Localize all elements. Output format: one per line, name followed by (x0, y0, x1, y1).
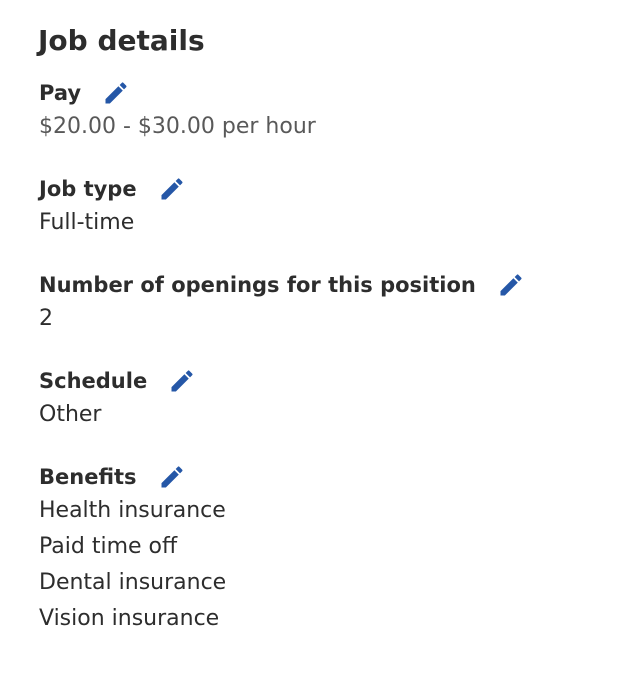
list-item: Vision insurance (39, 606, 220, 631)
openings-header: Number of openings for this position (39, 269, 526, 301)
openings-value: 2 (39, 306, 53, 331)
pencil-icon (105, 82, 127, 104)
schedule-label: Schedule (39, 369, 148, 393)
edit-openings-pencil-icon[interactable] (496, 270, 526, 300)
pencil-icon (161, 466, 183, 488)
schedule-header: Schedule (39, 365, 197, 397)
page-title: Job details (38, 24, 205, 57)
job-type-section: Job type Full-time (39, 173, 187, 241)
openings-section: Number of openings for this position 2 (39, 269, 526, 337)
benefits-section: Benefits Health insurance Paid time off … (39, 461, 226, 637)
job-type-value: Full-time (39, 210, 135, 235)
benefits-label: Benefits (39, 465, 137, 489)
job-type-label: Job type (39, 177, 137, 201)
schedule-value: Other (39, 402, 102, 427)
benefits-header: Benefits (39, 461, 226, 493)
edit-pay-pencil-icon[interactable] (101, 78, 131, 108)
pay-label: Pay (39, 81, 82, 105)
pay-section: Pay $20.00 - $30.00 per hour (39, 77, 316, 145)
openings-label: Number of openings for this position (39, 273, 476, 297)
job-type-header: Job type (39, 173, 187, 205)
list-item: Paid time off (39, 534, 178, 559)
pencil-icon (161, 178, 183, 200)
list-item: Health insurance (39, 498, 226, 523)
list-item: Dental insurance (39, 570, 227, 595)
edit-benefits-pencil-icon[interactable] (157, 462, 187, 492)
benefits-list: Health insurance Paid time off Dental in… (39, 493, 226, 637)
schedule-section: Schedule Other (39, 365, 197, 433)
edit-job-type-pencil-icon[interactable] (157, 174, 187, 204)
pencil-icon (500, 274, 522, 296)
pay-header: Pay (39, 77, 316, 109)
pencil-icon (171, 370, 193, 392)
pay-value: $20.00 - $30.00 per hour (39, 114, 316, 139)
edit-schedule-pencil-icon[interactable] (167, 366, 197, 396)
